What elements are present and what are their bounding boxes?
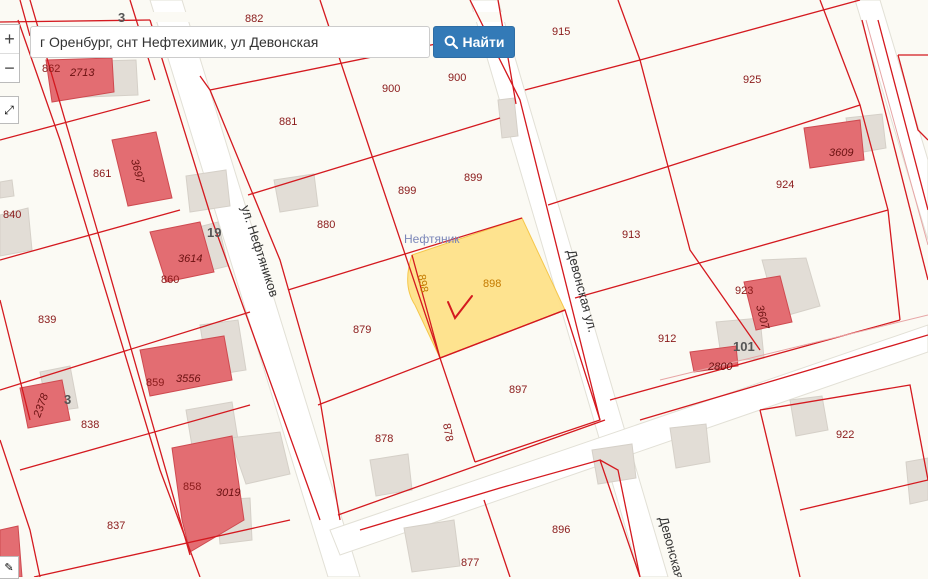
zoom-in-button[interactable]: + (0, 25, 19, 54)
ruler-icon: ✎ (4, 562, 14, 574)
building-label: 2800 (707, 361, 733, 373)
search-field[interactable] (30, 26, 430, 58)
parcel-label: 899 (398, 185, 416, 197)
parcel-label: 900 (448, 72, 466, 84)
parcel-label: 877 (461, 557, 479, 569)
parcel-label: 860 (161, 274, 179, 286)
parcel-label: 838 (81, 419, 99, 431)
parcel-label-selected: 898 (483, 278, 501, 290)
building-shadow (369, 453, 413, 497)
parcel-label: 913 (622, 229, 640, 241)
parcel-label: 862 (42, 63, 60, 75)
building-shadow (669, 423, 711, 469)
parcel-label: 837 (107, 520, 125, 532)
parcel-label: 858 (183, 481, 201, 493)
parcel-label: 912 (658, 333, 676, 345)
parcel-label: 900 (382, 83, 400, 95)
parcel-label: 899 (464, 172, 482, 184)
parcel-label: 896 (552, 524, 570, 536)
building-label: 2713 (69, 67, 95, 79)
ruler-button[interactable]: ✎ (0, 556, 19, 579)
building-label: 3556 (176, 373, 201, 385)
parcel-label: 859 (146, 377, 164, 389)
building-3609 (803, 119, 865, 169)
zoom-out-button[interactable]: − (0, 54, 19, 82)
parcel-label: 924 (776, 179, 794, 191)
quarter-number: 3 (64, 392, 71, 407)
parcel-label: 922 (836, 429, 854, 441)
fullscreen-button[interactable]: ⤢ (0, 96, 19, 124)
quarter-number: 101 (733, 339, 755, 354)
parcel-label: 923 (735, 285, 753, 297)
parcel-label: 897 (509, 384, 527, 396)
parcel-label: 840 (3, 209, 21, 221)
search-icon (444, 35, 458, 49)
zoom-control: + − (0, 24, 20, 83)
poi-label-neftyanik: Нефтяник (404, 232, 460, 246)
building-label: 3019 (216, 487, 240, 499)
parcel-label: 882 (245, 13, 263, 25)
parcel-label: 915 (552, 26, 570, 38)
building-shadow (497, 97, 519, 139)
parcel-label: 925 (743, 74, 761, 86)
quarter-number: 19 (207, 225, 221, 240)
building-shadow (403, 519, 461, 573)
find-button-label: Найти (462, 34, 505, 50)
search-input[interactable] (38, 33, 422, 51)
parcel-label: 839 (38, 314, 56, 326)
parcel-label: 878 (375, 433, 393, 445)
building-shadow (591, 443, 637, 485)
find-button[interactable]: Найти (433, 26, 515, 58)
parcel-label: 861 (93, 168, 111, 180)
cadastral-map[interactable]: 882 915 900 900 925 881 862 861 840 899 … (0, 0, 928, 577)
expand-icon: ⤢ (4, 102, 14, 117)
parcel-label: 881 (279, 116, 297, 128)
building-label: 3609 (829, 147, 853, 159)
parcel-label: 880 (317, 219, 335, 231)
building-shadow (0, 179, 15, 199)
parcel-label: 879 (353, 324, 371, 336)
quarter-number: 3 (118, 10, 125, 25)
building-label: 3614 (178, 253, 202, 265)
